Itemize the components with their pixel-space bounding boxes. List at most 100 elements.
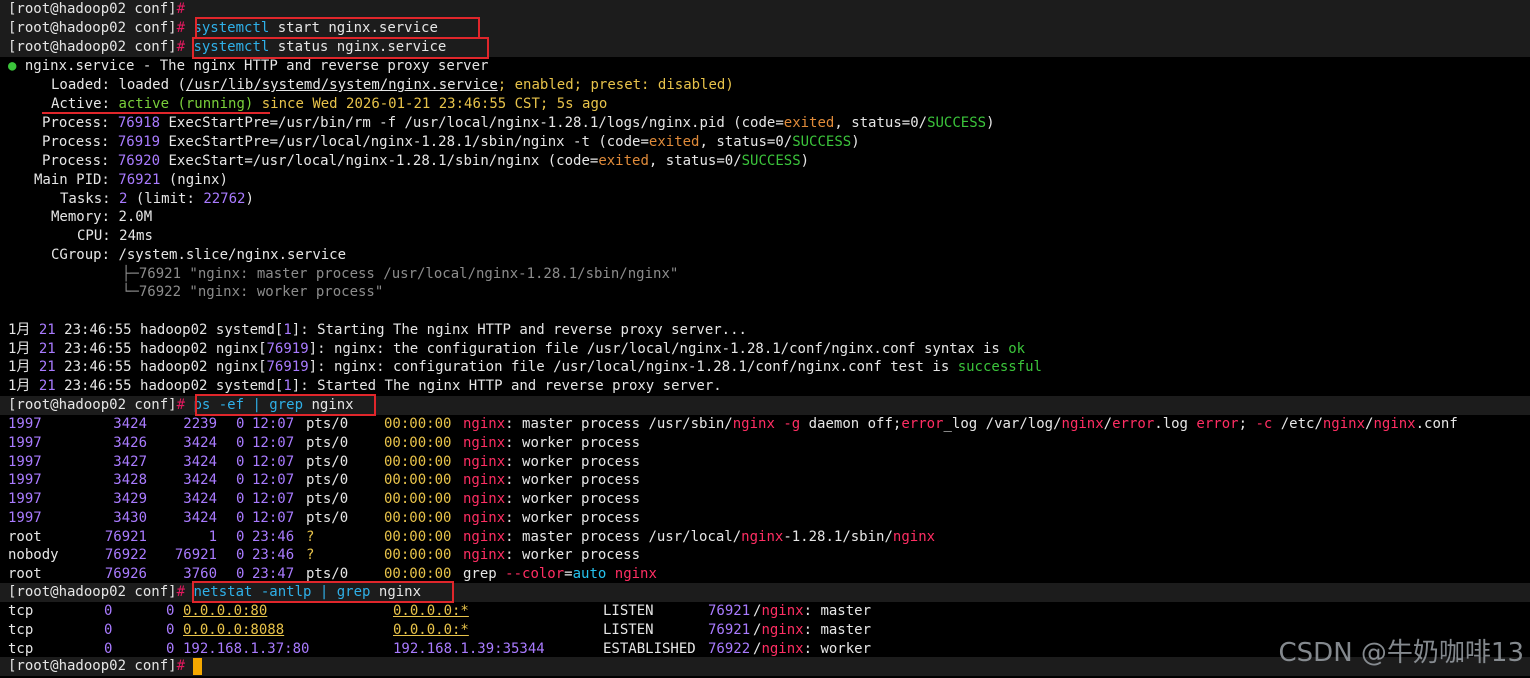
ps-time: 00:00:00 — [384, 547, 452, 564]
journal-day: 21 — [38, 359, 56, 375]
process-text: ) — [800, 153, 810, 169]
process-status: SUCCESS — [792, 134, 852, 150]
ps-row: 1997 3429 3424 0 12:07 pts/0 00:00:00 nginx: wo… — [0, 490, 1530, 509]
ps-cmd: nginx: master process /usr/sbin/nginx -g… — [463, 416, 1458, 432]
journal-highlight: ok — [1008, 341, 1026, 357]
field-label: Main PID: — [34, 172, 110, 188]
journal-host: hadoop02 — [131, 322, 216, 338]
journal-host: hadoop02 — [131, 341, 216, 357]
journal-time: 23:46:55 — [64, 359, 132, 375]
netstat-local: 192.168.1.37:80 — [183, 640, 310, 657]
separator: - — [134, 58, 160, 74]
netstat-pid: 76921 — [708, 603, 751, 619]
prompt-hash: # — [176, 658, 186, 674]
netstat-local: 0.0.0.0:80 — [183, 603, 268, 619]
prompt-text: [root@hadoop02 conf] — [8, 397, 177, 413]
journal-host: hadoop02 — [131, 359, 216, 375]
process-pid: 76918 — [117, 115, 161, 131]
journal-host: hadoop02 — [131, 378, 216, 394]
ps-pid: 3426 — [113, 434, 147, 451]
prompt-hash: # — [176, 584, 186, 600]
journal-source: systemd — [215, 322, 275, 338]
ps-ppid: 1 — [208, 528, 217, 545]
tasks-text: ) — [245, 191, 254, 207]
cgroup-tree-master: ├─76921 "nginx: master process /usr/loca… — [122, 266, 679, 282]
ps-uid: 1997 — [8, 472, 42, 489]
ps-uid: 1997 — [8, 416, 42, 432]
highlight-box-ps-command — [195, 394, 376, 416]
prompt-hash: # — [176, 397, 186, 413]
ps-cmd: nginx: worker process — [463, 509, 641, 526]
ps-tty: pts/0 — [306, 491, 349, 507]
journal-line-1: 1月 21 23:46:55 hadoop02 systemd[1]: Star… — [8, 322, 747, 338]
field-label: Process: — [42, 134, 110, 150]
netstat-pid: 76921 — [708, 621, 751, 638]
ps-ppid: 3424 — [183, 453, 217, 470]
ps-pid: 76926 — [104, 566, 147, 582]
journal-source: nginx — [215, 341, 259, 357]
journal-pid: 76919 — [266, 359, 309, 375]
netstat-recv: 0 — [104, 640, 113, 657]
ps-time: 00:00:00 — [384, 434, 452, 451]
prompt-text: [root@hadoop02 conf] — [8, 1, 177, 17]
cgroup-value: /system.slice/nginx.service — [118, 247, 347, 263]
ps-uid: 1997 — [8, 509, 42, 526]
ps-pid: 3424 — [113, 416, 147, 432]
journal-time: 23:46:55 — [64, 322, 132, 338]
netstat-state: LISTEN — [603, 621, 654, 638]
ps-tty: pts/0 — [306, 434, 349, 451]
terminal-cursor[interactable] — [193, 657, 203, 675]
ps-row: 1997 3424 2239 0 12:07 pts/0 00:00:00 nginx: ma… — [0, 415, 1530, 434]
ps-stime: 12:07 — [252, 434, 295, 451]
highlight-box-status-command — [192, 37, 489, 59]
ps-ppid: 76921 — [174, 547, 217, 564]
journal-day: 21 — [38, 378, 56, 394]
ps-c: 0 — [236, 416, 245, 432]
journal-message: : nginx: the configuration file /usr/loc… — [317, 341, 1009, 357]
netstat-proto: tcp — [8, 640, 34, 657]
ps-stime: 12:07 — [252, 472, 295, 489]
journal-message: : Started The nginx HTTP and reverse pro… — [300, 378, 722, 394]
process-text: ExecStartPre=/usr/local/nginx-1.28.1/sbi… — [160, 134, 649, 150]
ps-row: 1997 3430 3424 0 12:07 pts/0 00:00:00 nginx: wo… — [0, 509, 1530, 528]
netstat-local: 0.0.0.0:8088 — [183, 621, 285, 638]
netstat-pid: 76922 — [708, 640, 751, 657]
ps-row: 1997 3427 3424 0 12:07 pts/0 00:00:00 nginx: wo… — [0, 453, 1530, 472]
status-header: ● nginx.service - The nginx HTTP and rev… — [8, 57, 488, 76]
ps-c: 0 — [236, 528, 245, 545]
status-cpu: CPU: 24ms — [77, 227, 153, 246]
ps-uid: 1997 — [8, 453, 42, 470]
ps-time: 00:00:00 — [384, 416, 452, 432]
ps-cmd: grep --color=auto nginx — [463, 566, 657, 582]
ps-row: nobody 76922 76921 0 23:46? 00:00:00 nginx: wo… — [0, 546, 1530, 565]
cpu-value: 24ms — [119, 228, 153, 244]
status-process-3: Process: 76920 ExecStart=/usr/local/ngin… — [42, 152, 809, 171]
status-cgroup: CGroup: /system.slice/nginx.service — [51, 246, 346, 265]
ps-pid: 3428 — [113, 472, 147, 489]
journal-pid: 1 — [283, 378, 292, 394]
ps-tty: pts/0 — [306, 453, 349, 470]
ps-uid: 1997 — [8, 434, 42, 451]
field-label: CPU: — [77, 228, 111, 244]
status-process-2: Process: 76919 ExecStartPre=/usr/local/n… — [42, 133, 860, 152]
ps-time: 00:00:00 — [384, 453, 452, 470]
status-process-1: Process: 76918 ExecStartPre=/usr/bin/rm … — [42, 114, 995, 133]
terminal-window[interactable]: [root@hadoop02 conf]# [root@hadoop02 con… — [0, 0, 1530, 678]
process-status: SUCCESS — [741, 153, 801, 169]
journal-time: 23:46:55 — [64, 341, 132, 357]
journal-message: : nginx: configuration file /usr/local/n… — [317, 359, 958, 375]
journal-pid: 76919 — [266, 341, 309, 357]
process-text: ExecStart=/usr/local/nginx-1.28.1/sbin/n… — [160, 153, 599, 169]
ps-c: 0 — [236, 547, 245, 564]
unit-description: The nginx HTTP and reverse proxy server — [159, 58, 489, 74]
prompt-text: [root@hadoop02 conf] — [8, 658, 177, 674]
journal-day: 21 — [38, 341, 56, 357]
ps-pid: 3429 — [113, 491, 147, 507]
ps-row: 1997 3426 3424 0 12:07 pts/0 00:00:00 nginx: wo… — [0, 434, 1530, 453]
netstat-program: /nginx: master — [753, 621, 872, 638]
process-text: ExecStartPre=/usr/bin/rm -f /usr/local/n… — [160, 115, 784, 131]
ps-stime: 12:07 — [252, 491, 295, 507]
ps-row: root 76921 1 0 23:46? 00:00:00 nginx: master p… — [0, 528, 1530, 547]
netstat-send: 0 — [166, 621, 175, 638]
netstat-prog-name: nginx — [761, 621, 804, 638]
